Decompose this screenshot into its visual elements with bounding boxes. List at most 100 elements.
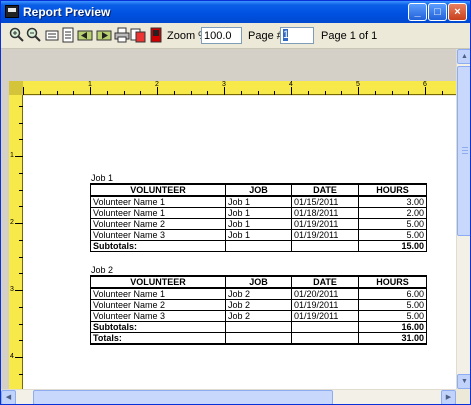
volunteer-cell: Volunteer Name 3 bbox=[90, 310, 226, 322]
preview-background bbox=[1, 49, 456, 81]
ruler-tick bbox=[257, 91, 259, 95]
vertical-scroll-thumb[interactable] bbox=[457, 66, 470, 236]
next-page-icon[interactable] bbox=[96, 27, 112, 43]
job-cell: Job 1 bbox=[225, 218, 292, 230]
ruler-tick bbox=[23, 87, 24, 95]
page-number-label: Page # bbox=[248, 30, 283, 42]
ruler-tick bbox=[408, 91, 410, 95]
hours-cell: 5.00 bbox=[358, 218, 427, 230]
horizontal-scroll-thumb[interactable] bbox=[33, 390, 333, 404]
scroll-left-button[interactable]: ◀ bbox=[1, 390, 16, 404]
ruler-tick bbox=[157, 87, 158, 95]
report-table: VOLUNTEER JOB DATE HOURS Volunteer Name … bbox=[90, 275, 427, 345]
ruler-tick bbox=[207, 91, 209, 95]
job-cell: Job 2 bbox=[225, 287, 292, 300]
date-cell: 01/20/2011 bbox=[291, 287, 359, 300]
close-button[interactable]: × bbox=[448, 3, 467, 21]
subtotal-label: Subtotals: bbox=[90, 240, 226, 252]
volunteer-cell: Volunteer Name 1 bbox=[90, 207, 226, 219]
total-value: 31.00 bbox=[358, 332, 427, 345]
volunteer-cell: Volunteer Name 2 bbox=[90, 299, 226, 311]
ruler-number: 6 bbox=[423, 81, 427, 88]
table-row: Volunteer Name 1 Job 1 01/18/2011 2.00 bbox=[90, 207, 427, 219]
scroll-right-button[interactable]: ▶ bbox=[441, 390, 456, 404]
table-row: Volunteer Name 1 Job 2 01/20/2011 6.00 bbox=[90, 287, 427, 300]
scroll-up-button[interactable]: ▲ bbox=[457, 49, 470, 64]
ruler-number: 5 bbox=[356, 81, 360, 88]
horizontal-ruler: 1 2 3 4 5 6 bbox=[9, 81, 460, 95]
column-header: HOURS bbox=[358, 183, 427, 197]
group-label: Job 2 bbox=[91, 265, 114, 275]
zoom-input[interactable] bbox=[201, 27, 242, 44]
job-cell: Job 1 bbox=[225, 229, 292, 241]
column-header: DATE bbox=[291, 275, 359, 289]
hours-cell: 2.00 bbox=[358, 207, 427, 219]
report-table: VOLUNTEER JOB DATE HOURS Volunteer Name … bbox=[90, 183, 427, 252]
date-cell: 01/15/2011 bbox=[291, 195, 359, 208]
date-cell: 01/19/2011 bbox=[291, 299, 359, 311]
total-row: Totals: 31.00 bbox=[90, 332, 427, 345]
table-row: Volunteer Name 3 Job 2 01/19/2011 5.00 bbox=[90, 310, 427, 322]
report-page: Job 1 VOLUNTEER JOB DATE HOURS Volunteer… bbox=[23, 96, 456, 389]
ruler-tick bbox=[425, 87, 426, 95]
ruler-tick bbox=[123, 91, 125, 95]
page-number-input[interactable]: 1 bbox=[280, 27, 314, 44]
fit-page-icon[interactable] bbox=[44, 27, 60, 43]
subtotal-value: 16.00 bbox=[358, 321, 427, 333]
ruler-tick bbox=[73, 91, 75, 95]
hours-cell: 6.00 bbox=[358, 287, 427, 300]
previous-page-icon[interactable] bbox=[77, 27, 93, 43]
ruler-corner bbox=[9, 81, 23, 95]
preview-margin bbox=[1, 81, 9, 389]
job-cell: Job 2 bbox=[225, 310, 292, 322]
date-cell: 01/19/2011 bbox=[291, 310, 359, 322]
column-header: JOB bbox=[225, 183, 292, 197]
hours-cell: 3.00 bbox=[358, 195, 427, 208]
ruler-tick bbox=[39, 91, 41, 95]
ruler-tick bbox=[15, 156, 23, 157]
export-icon[interactable] bbox=[130, 27, 146, 43]
hours-cell: 5.00 bbox=[358, 310, 427, 322]
total-label: Totals: bbox=[90, 332, 226, 345]
subtotal-row: Subtotals: 15.00 bbox=[90, 240, 427, 252]
subtotal-label: Subtotals: bbox=[90, 321, 226, 333]
date-cell: 01/19/2011 bbox=[291, 229, 359, 241]
vertical-scrollbar[interactable]: ▲ ▼ bbox=[456, 49, 470, 389]
table-header-row: VOLUNTEER JOB DATE HOURS bbox=[90, 183, 427, 197]
ruler-tick bbox=[341, 91, 343, 95]
ruler-tick bbox=[15, 357, 23, 358]
vertical-ruler: 1 2 3 4 bbox=[9, 95, 23, 392]
job-cell: Job 1 bbox=[225, 207, 292, 219]
print-icon[interactable] bbox=[114, 27, 130, 43]
maximize-button[interactable]: □ bbox=[428, 3, 447, 21]
single-page-icon[interactable] bbox=[60, 27, 76, 43]
zoom-out-icon[interactable] bbox=[26, 27, 42, 43]
scroll-down-button[interactable]: ▼ bbox=[457, 374, 470, 389]
table-header-row: VOLUNTEER JOB DATE HOURS bbox=[90, 275, 427, 289]
hours-cell: 5.00 bbox=[358, 299, 427, 311]
exit-icon[interactable] bbox=[148, 27, 164, 43]
ruler-tick bbox=[374, 91, 376, 95]
ruler-number: 3 bbox=[10, 286, 14, 293]
ruler-tick bbox=[274, 91, 276, 95]
report-preview-window: Report Preview _ □ × Zoom % 100.0 Page #… bbox=[0, 0, 471, 405]
ruler-tick bbox=[291, 87, 292, 95]
minimize-button[interactable]: _ bbox=[408, 3, 427, 21]
page-number-value: 1 bbox=[283, 29, 290, 41]
volunteer-cell: Volunteer Name 1 bbox=[90, 195, 226, 208]
table-row: Volunteer Name 2 Job 2 01/19/2011 5.00 bbox=[90, 299, 427, 311]
column-header: HOURS bbox=[358, 275, 427, 289]
ruler-number: 2 bbox=[10, 219, 14, 226]
ruler-tick bbox=[15, 290, 23, 291]
ruler-tick bbox=[240, 91, 242, 95]
volunteer-cell: Volunteer Name 1 bbox=[90, 287, 226, 300]
job-cell: Job 1 bbox=[225, 195, 292, 208]
ruler-tick bbox=[358, 87, 359, 95]
title-bar[interactable]: Report Preview _ □ × bbox=[1, 1, 470, 23]
horizontal-scrollbar[interactable]: ◀ ▶ bbox=[1, 389, 456, 404]
volunteer-cell: Volunteer Name 3 bbox=[90, 229, 226, 241]
zoom-in-icon[interactable] bbox=[9, 27, 25, 43]
page-count-text: Page 1 of 1 bbox=[321, 30, 378, 42]
ruler-tick bbox=[441, 91, 443, 95]
ruler-number: 4 bbox=[289, 81, 293, 88]
